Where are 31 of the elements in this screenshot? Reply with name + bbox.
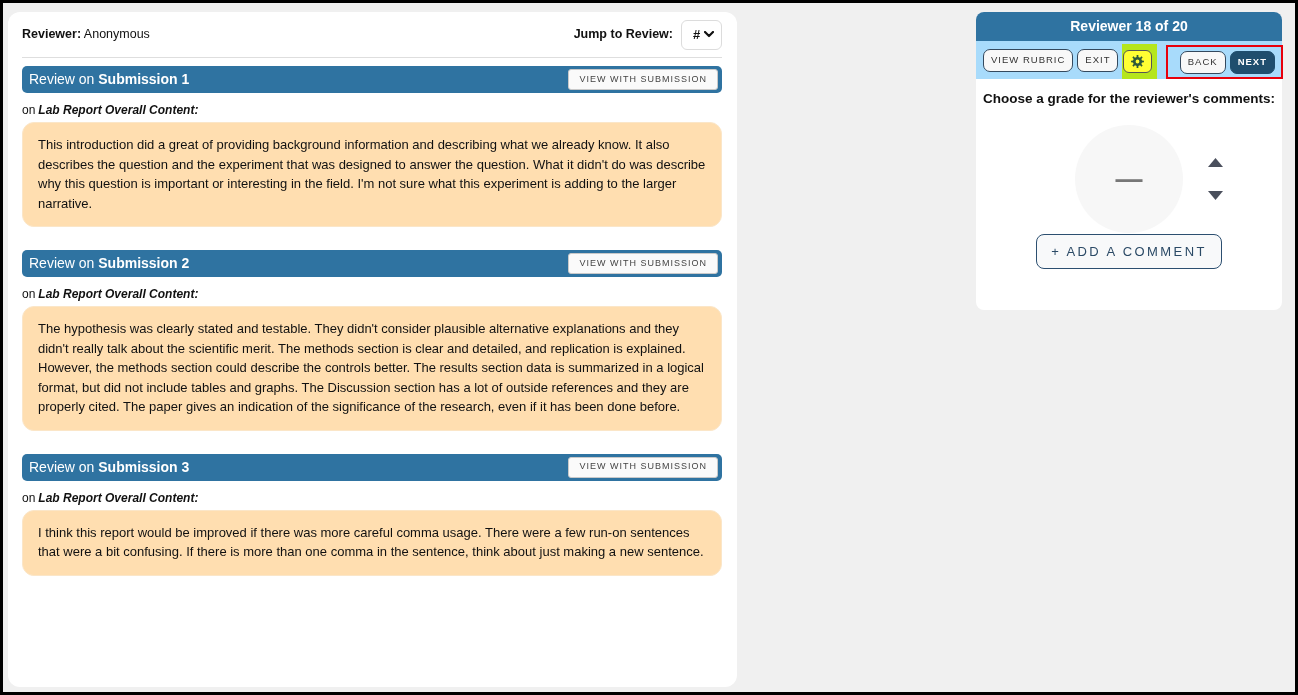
chevron-down-icon <box>704 31 714 38</box>
criterion-label: Lab Report Overall Content: <box>38 287 199 301</box>
next-button[interactable]: NEXT <box>1229 50 1275 74</box>
jump-to-review-label: Jump to Review: <box>573 26 673 44</box>
back-button[interactable]: BACK <box>1179 50 1226 74</box>
add-comment-button[interactable]: + ADD A COMMENT <box>1036 234 1222 270</box>
criterion-label: Lab Report Overall Content: <box>38 103 199 117</box>
review-title: Review on Submission 1 <box>29 70 190 89</box>
settings-icon <box>1131 55 1145 68</box>
settings-button[interactable] <box>1123 50 1153 73</box>
review-comment: I think this report would be improved if there was more careful comma usage. There were a few run-on sentences that were a bit confusing. If there is more than one comma in the sentence, think about just making a new sentence. <box>22 509 722 576</box>
review-select[interactable]: # <box>681 19 722 50</box>
view-with-submission-button[interactable]: VIEW WITH SUBMISSION <box>568 253 718 274</box>
toolbar-button[interactable]: VIEW RUBRIC <box>983 48 1074 72</box>
criterion-prefix-text: on <box>22 103 36 117</box>
down-triangle-icon[interactable] <box>1208 191 1223 201</box>
toolbar-button[interactable]: EXIT <box>1077 48 1119 72</box>
panel-title: Reviewer 18 of 20 <box>976 12 1282 41</box>
reviewer-text: Reviewer: Anonymous <box>22 26 150 44</box>
review-title: Review on Submission 2 <box>29 254 190 273</box>
criterion-prefix-text: on <box>22 490 36 505</box>
grade-display: — <box>1075 125 1183 234</box>
criterion-label: Lab Report Overall Content: <box>38 490 199 505</box>
view-with-submission-button[interactable]: VIEW WITH SUBMISSION <box>568 456 718 478</box>
grade-prompt-text: Choose a grade for the reviewer's comments: <box>982 90 1277 108</box>
view-with-submission-button[interactable]: VIEW WITH SUBMISSION <box>568 69 718 90</box>
review-comment: This introduction did a great of providing background information and describing what we already know. It also describes the question and the experiment that was designed to answer the question. What it didn't do was describe why this question is important or interesting in the field. I'm not sure what this experiment is adding to the larger narrative. <box>22 122 722 227</box>
up-triangle-icon[interactable] <box>1208 158 1223 168</box>
criterion-prefix-text: on <box>22 287 36 301</box>
review-title: Review on Submission 3 <box>29 457 190 477</box>
review-comment: The hypothesis was clearly stated and testable. They didn't consider plausible alternative explanations and they didn't really talk about the scientific merit. The methods section is clear and detailed, and replication is explained. However, the methods section could describe the controls better. The results section data is summarized in a logical format, but did not include tables and graphs. The Discussion section has a lot of outside references and they are properly cited. The paper gives an indication of the significance of the research, even if it has been done before. <box>22 306 722 431</box>
